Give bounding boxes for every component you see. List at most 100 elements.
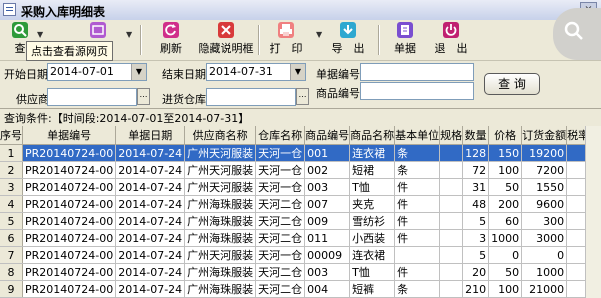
query-button[interactable]: 查 询: [484, 73, 540, 95]
start-date-field[interactable]: 2014-07-01 ▼: [47, 63, 147, 81]
overlay-search-badge[interactable]: [553, 8, 601, 60]
table-cell[interactable]: 2014-07-24: [115, 263, 186, 281]
document-button[interactable]: 单据: [392, 22, 418, 58]
table-cell[interactable]: 广州海珠服装: [184, 280, 257, 298]
table-cell[interactable]: 条: [394, 280, 441, 298]
table-cell[interactable]: PR20140724-00: [22, 280, 117, 298]
table-cell[interactable]: 9600: [521, 195, 568, 213]
column-header[interactable]: 仓库名称: [255, 126, 306, 145]
table-cell[interactable]: [439, 246, 464, 264]
table-cell[interactable]: 300: [521, 212, 568, 230]
table-cell[interactable]: [439, 195, 464, 213]
column-header[interactable]: 订货金额: [521, 126, 568, 145]
table-cell[interactable]: 60: [488, 212, 523, 230]
doc-number-field[interactable]: [360, 63, 474, 81]
column-header[interactable]: 数量: [462, 126, 490, 145]
hide-panel-button[interactable]: 隐藏说明框: [198, 22, 254, 58]
vertical-scrollbar[interactable]: [585, 126, 601, 298]
table-cell[interactable]: T恤: [349, 263, 396, 281]
table-row[interactable]: 3 PR20140724-00 2014-07-24 广州天河服装 天河一仓 003 T恤件…: [0, 178, 585, 196]
table-cell[interactable]: [439, 212, 464, 230]
table-cell[interactable]: 广州天河服装: [184, 144, 257, 162]
table-cell[interactable]: 100: [488, 280, 523, 298]
column-header[interactable]: 供应商名称: [184, 126, 257, 145]
table-cell[interactable]: 天河二仓: [255, 212, 306, 230]
table-cell[interactable]: 广州天河服装: [184, 178, 257, 196]
table-cell[interactable]: [566, 280, 585, 298]
table-cell[interactable]: 5: [462, 246, 490, 264]
table-cell[interactable]: 件: [394, 195, 441, 213]
table-cell[interactable]: PR20140724-00: [22, 178, 117, 196]
table-cell[interactable]: 件: [394, 263, 441, 281]
row-number[interactable]: 3: [0, 178, 23, 196]
table-cell[interactable]: 0: [488, 246, 523, 264]
table-cell[interactable]: [566, 212, 585, 230]
table-cell[interactable]: 天河一仓: [255, 246, 306, 264]
table-cell[interactable]: 2014-07-24: [115, 195, 186, 213]
table-cell[interactable]: 001: [304, 144, 351, 162]
table-cell[interactable]: 天河一仓: [255, 178, 306, 196]
table-cell[interactable]: 连衣裙: [349, 246, 396, 264]
table-cell[interactable]: PR20140724-00: [22, 195, 117, 213]
table-cell[interactable]: 200: [488, 195, 523, 213]
table-cell[interactable]: [439, 178, 464, 196]
table-row[interactable]: 1 PR20140724-00 2014-07-24 广州天河服装 天河一仓 001 连衣裙…: [0, 144, 585, 162]
product-number-field[interactable]: [360, 82, 474, 100]
table-cell[interactable]: [566, 263, 585, 281]
table-cell[interactable]: [566, 161, 585, 179]
table-cell[interactable]: 100: [488, 161, 523, 179]
table-cell[interactable]: 1000: [488, 229, 523, 247]
table-row[interactable]: 8 PR20140724-00 2014-07-24 广州海珠服装 天河二仓 003 T恤件…: [0, 263, 585, 281]
print-dropdown-icon[interactable]: ▼: [316, 30, 322, 39]
table-cell[interactable]: 天河二仓: [255, 280, 306, 298]
table-cell[interactable]: 天河二仓: [255, 195, 306, 213]
table-cell[interactable]: 7200: [521, 161, 568, 179]
refresh-button[interactable]: 刷新: [158, 22, 184, 58]
exit-button[interactable]: 退 出: [434, 22, 468, 58]
table-cell[interactable]: 件: [394, 178, 441, 196]
table-cell[interactable]: 广州海珠服装: [184, 195, 257, 213]
table-cell[interactable]: 2014-07-24: [115, 229, 186, 247]
table-cell[interactable]: 2014-07-24: [115, 280, 186, 298]
table-cell[interactable]: 011: [304, 229, 351, 247]
chevron-down-icon[interactable]: ▼: [290, 64, 305, 80]
column-header[interactable]: 规格: [439, 126, 464, 145]
table-cell[interactable]: PR20140724-00: [22, 212, 117, 230]
warehouse-field[interactable]: [206, 88, 296, 106]
column-header[interactable]: 基本单位: [394, 126, 441, 145]
table-cell[interactable]: 50: [488, 263, 523, 281]
table-cell[interactable]: 广州天河服装: [184, 246, 257, 264]
table-row[interactable]: 2 PR20140724-00 2014-07-24 广州天河服装 天河一仓 002 短裙条…: [0, 161, 585, 179]
table-cell[interactable]: [566, 246, 585, 264]
table-cell[interactable]: 2014-07-24: [115, 178, 186, 196]
table-cell[interactable]: [439, 144, 464, 162]
table-cell[interactable]: 短裙: [349, 161, 396, 179]
row-number[interactable]: 9: [0, 280, 23, 298]
table-cell[interactable]: 009: [304, 212, 351, 230]
table-cell[interactable]: 小西装: [349, 229, 396, 247]
table-cell[interactable]: [439, 280, 464, 298]
table-cell[interactable]: 20: [462, 263, 490, 281]
column-header[interactable]: 单据日期: [115, 126, 186, 145]
table-cell[interactable]: 广州海珠服装: [184, 229, 257, 247]
table-cell[interactable]: 50: [488, 178, 523, 196]
table-cell[interactable]: 天河一仓: [255, 161, 306, 179]
table-cell[interactable]: [439, 161, 464, 179]
table-cell[interactable]: 007: [304, 195, 351, 213]
row-number[interactable]: 7: [0, 246, 23, 264]
table-cell[interactable]: 21000: [521, 280, 568, 298]
table-cell[interactable]: 5: [462, 212, 490, 230]
table-cell[interactable]: [566, 178, 585, 196]
table-cell[interactable]: PR20140724-00: [22, 161, 117, 179]
table-cell[interactable]: 2014-07-24: [115, 246, 186, 264]
table-cell[interactable]: [566, 144, 585, 162]
chevron-down-icon[interactable]: ▼: [131, 64, 146, 80]
table-cell[interactable]: 短裤: [349, 280, 396, 298]
table-cell[interactable]: 天河二仓: [255, 229, 306, 247]
table-cell[interactable]: [566, 229, 585, 247]
table-cell[interactable]: PR20140724-00: [22, 263, 117, 281]
table-cell[interactable]: 72: [462, 161, 490, 179]
table-cell[interactable]: PR20140724-00: [22, 246, 117, 264]
view-dropdown-icon[interactable]: ▼: [126, 30, 132, 39]
table-cell[interactable]: T恤: [349, 178, 396, 196]
